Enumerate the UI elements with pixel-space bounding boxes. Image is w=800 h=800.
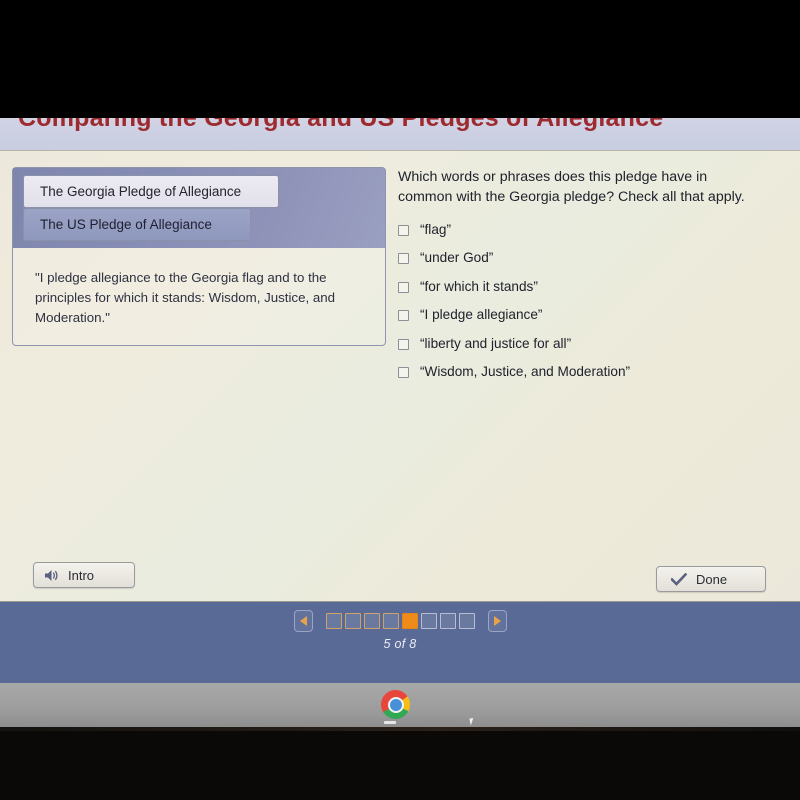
chrome-icon[interactable] <box>381 690 410 719</box>
option-label: “I pledge allegiance” <box>420 307 543 323</box>
speaker-icon <box>44 569 59 582</box>
option-label: “flag” <box>420 221 451 237</box>
chrome-running-indicator <box>384 721 396 724</box>
checkbox-icon[interactable] <box>398 224 409 236</box>
question-prompt: Which words or phrases does this pledge … <box>398 169 745 206</box>
option-row-4[interactable]: “I pledge allegiance” <box>398 307 790 327</box>
page-indicator-5[interactable] <box>401 613 418 629</box>
option-row-3[interactable]: “for which it stands” <box>398 279 790 299</box>
page-counter: 5 of 8 <box>383 637 417 651</box>
page-indicator-3[interactable] <box>363 613 380 629</box>
chrome-inner-blue <box>389 698 402 711</box>
triangle-right-icon <box>493 616 501 626</box>
triangle-left-icon <box>299 616 307 626</box>
page-indicator-list <box>325 613 475 629</box>
page-indicator-1[interactable] <box>325 613 342 629</box>
tab-label: The Georgia Pledge of Allegiance <box>40 184 242 199</box>
option-row-1[interactable]: “flag” <box>398 222 790 242</box>
tab-georgia-pledge[interactable]: The Georgia Pledge of Allegiance <box>23 175 279 208</box>
intro-button-label: Intro <box>68 567 95 583</box>
activity-panel: The Georgia Pledge of Allegiance The US … <box>0 150 800 602</box>
intro-button[interactable]: Intro <box>33 562 135 588</box>
checkbox-icon[interactable] <box>398 367 409 379</box>
pagination-bar <box>0 608 800 634</box>
photo-letterbox-top <box>0 0 800 118</box>
option-label: “Wisdom, Justice, and Moderation” <box>420 364 631 380</box>
page-indicator-8[interactable] <box>458 613 475 629</box>
pledge-tabs: The Georgia Pledge of Allegiance The US … <box>13 168 385 248</box>
done-button-label: Done <box>696 571 728 587</box>
next-page-button[interactable] <box>487 610 507 632</box>
option-label: “for which it stands” <box>420 278 538 294</box>
pledge-card: The Georgia Pledge of Allegiance The US … <box>12 167 386 346</box>
desktop-background: Comparing the Georgia and US Pledges of … <box>0 0 800 800</box>
option-row-2[interactable]: “under God” <box>398 250 790 270</box>
pledge-text: "I pledge allegiance to the Georgia flag… <box>35 270 336 326</box>
checkbox-icon[interactable] <box>398 310 409 322</box>
tab-us-pledge[interactable]: The US Pledge of Allegiance <box>23 208 251 241</box>
page-indicator-7[interactable] <box>439 613 456 629</box>
prev-page-button[interactable] <box>293 610 313 632</box>
page-indicator-4[interactable] <box>382 613 399 629</box>
photo-letterbox-bottom <box>0 727 800 800</box>
option-row-6[interactable]: “Wisdom, Justice, and Moderation” <box>398 364 790 384</box>
option-label: “under God” <box>420 250 494 266</box>
done-button[interactable]: Done <box>656 566 766 592</box>
monitor-photo: Comparing the Georgia and US Pledges of … <box>0 0 800 800</box>
option-row-5[interactable]: “liberty and justice for all” <box>398 336 790 356</box>
option-label: “liberty and justice for all” <box>420 335 572 351</box>
checkbox-icon[interactable] <box>398 281 409 293</box>
tab-label: The US Pledge of Allegiance <box>40 217 212 232</box>
mouse-cursor <box>469 717 478 726</box>
checkbox-icon[interactable] <box>398 253 409 265</box>
checkbox-icon[interactable] <box>398 338 409 350</box>
page-indicator-2[interactable] <box>344 613 361 629</box>
checkmark-icon <box>671 572 687 586</box>
page-indicator-6[interactable] <box>420 613 437 629</box>
question-column: Which words or phrases does this pledge … <box>398 167 790 393</box>
